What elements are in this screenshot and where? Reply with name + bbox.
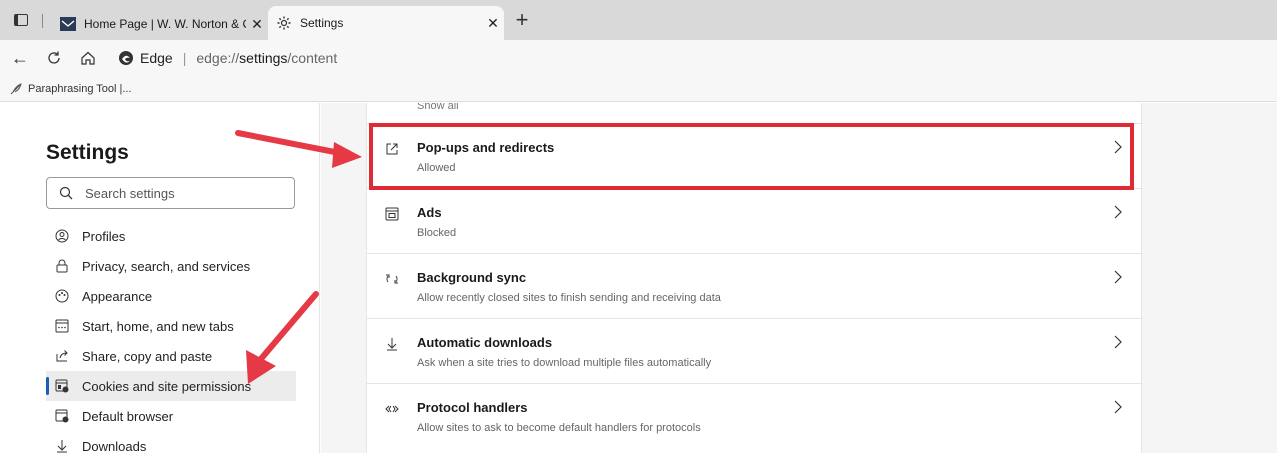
arrowhead-popups (332, 142, 362, 168)
annotation-arrows (235, 130, 362, 384)
arrow-to-popups (235, 130, 353, 158)
arrow-to-cookies (257, 291, 319, 363)
